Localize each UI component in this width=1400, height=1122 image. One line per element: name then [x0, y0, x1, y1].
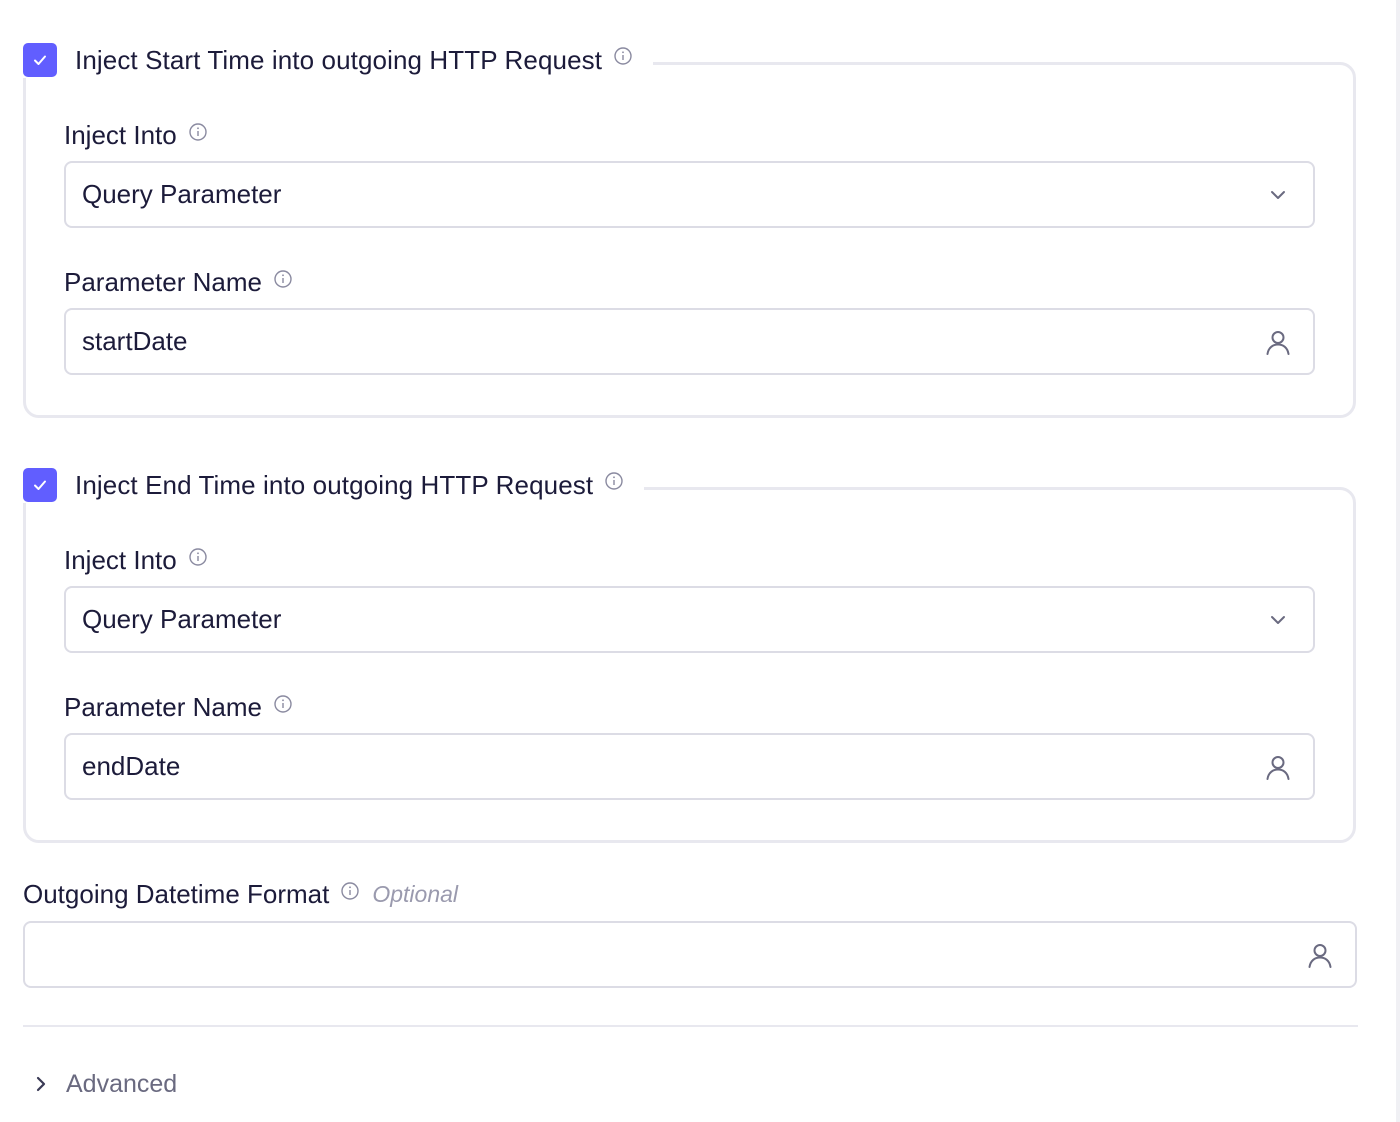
check-icon [34, 480, 46, 490]
start-inject-into-label: Inject Into [64, 118, 208, 152]
start-parameter-name-label: Parameter Name [64, 265, 293, 299]
end-time-section: Inject End Time into outgoing HTTP Reque… [23, 467, 1356, 843]
check-icon [34, 55, 46, 65]
end-parameter-name-value: endDate [82, 751, 181, 781]
start-parameter-name-input[interactable]: startDate [64, 308, 1315, 375]
user-icon[interactable] [1305, 940, 1335, 970]
info-icon[interactable] [188, 547, 208, 567]
chevron-down-icon [1263, 605, 1293, 635]
outgoing-format-label: Outgoing Datetime Format Optional [23, 877, 458, 911]
end-time-checkbox[interactable] [23, 468, 57, 502]
end-parameter-name-input[interactable]: endDate [64, 733, 1315, 800]
start-parameter-name-value: startDate [82, 326, 188, 356]
start-inject-into-select[interactable]: Query Parameter [64, 161, 1315, 228]
end-time-section-title: Inject End Time into outgoing HTTP Reque… [75, 469, 594, 500]
chevron-right-icon [30, 1073, 52, 1095]
info-icon[interactable] [604, 471, 624, 491]
outgoing-format-input[interactable] [23, 921, 1357, 988]
start-time-section-title: Inject Start Time into outgoing HTTP Req… [75, 44, 603, 75]
page-edge-strip [1396, 0, 1400, 1122]
end-inject-into-label-text: Inject Into [64, 544, 177, 575]
info-icon[interactable] [273, 694, 293, 714]
start-time-section: Inject Start Time into outgoing HTTP Req… [23, 42, 1356, 418]
divider [23, 1025, 1358, 1027]
chevron-down-icon [1263, 180, 1293, 210]
info-icon[interactable] [613, 46, 633, 66]
start-parameter-name-label-text: Parameter Name [64, 266, 262, 297]
end-inject-into-label: Inject Into [64, 543, 208, 577]
end-inject-into-select[interactable]: Query Parameter [64, 586, 1315, 653]
start-time-checkbox[interactable] [23, 43, 57, 77]
end-parameter-name-label-text: Parameter Name [64, 691, 262, 722]
info-icon[interactable] [273, 269, 293, 289]
user-icon[interactable] [1263, 327, 1293, 357]
outgoing-format-label-text: Outgoing Datetime Format [23, 878, 330, 909]
end-parameter-name-label: Parameter Name [64, 690, 293, 724]
user-icon[interactable] [1263, 752, 1293, 782]
end-time-section-header: Inject End Time into outgoing HTTP Reque… [23, 467, 645, 503]
info-icon[interactable] [188, 122, 208, 142]
end-inject-into-value: Query Parameter [82, 604, 282, 634]
start-inject-into-label-text: Inject Into [64, 119, 177, 150]
start-time-section-header: Inject Start Time into outgoing HTTP Req… [23, 42, 654, 78]
optional-tag: Optional [372, 880, 459, 907]
start-inject-into-value: Query Parameter [82, 179, 282, 209]
advanced-toggle[interactable]: Advanced [30, 1066, 177, 1102]
info-icon[interactable] [340, 881, 360, 901]
advanced-label: Advanced [66, 1069, 178, 1098]
